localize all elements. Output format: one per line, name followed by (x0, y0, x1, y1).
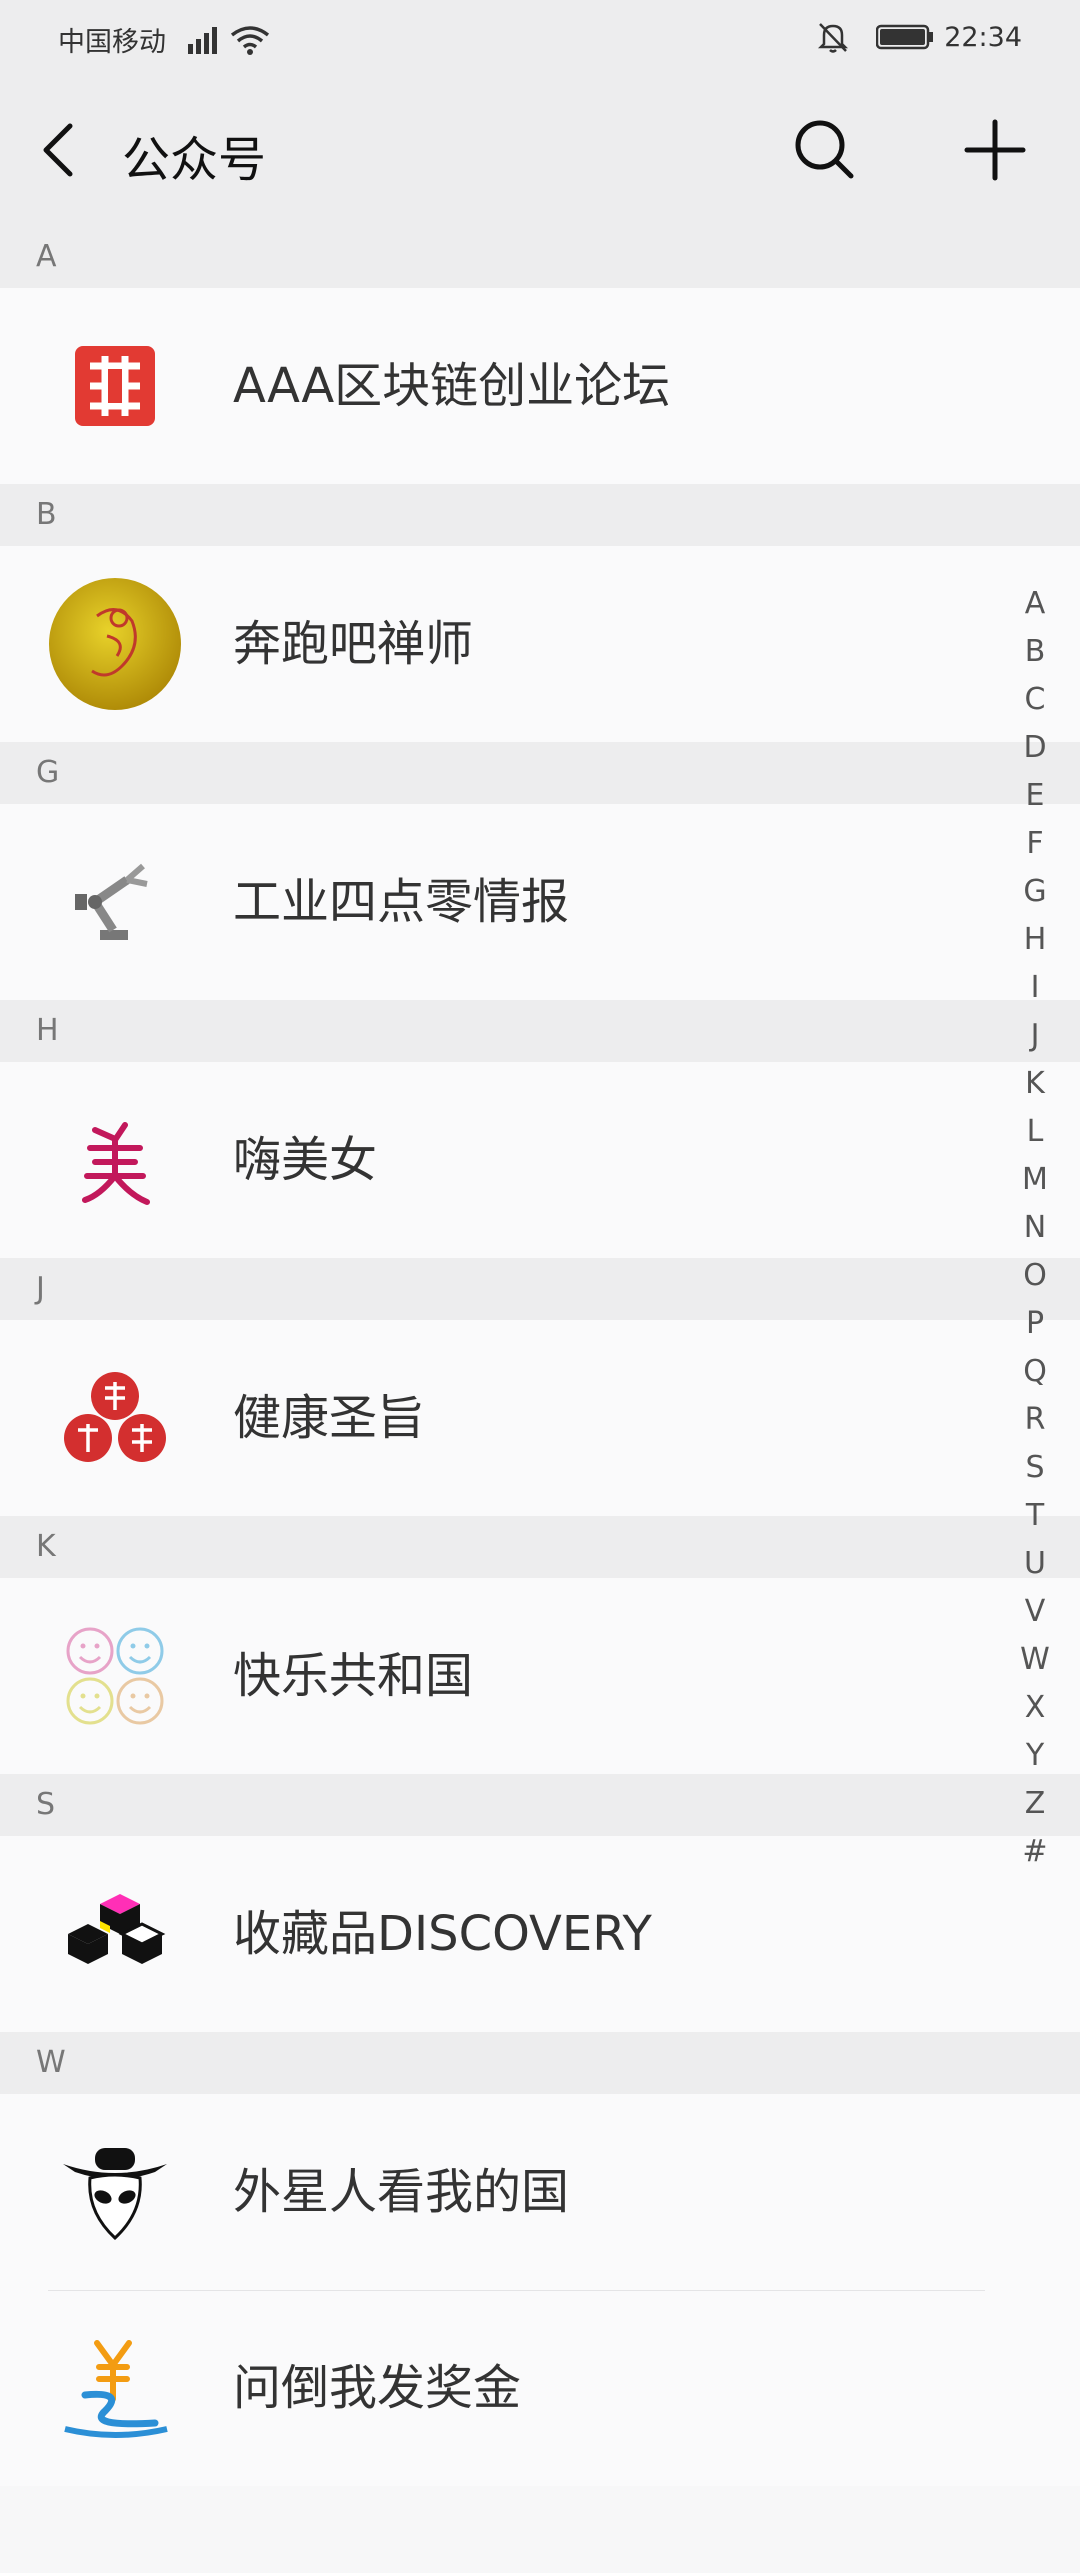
section-header-s: S (0, 1774, 1080, 1836)
smiley-faces-logo-icon (45, 1608, 185, 1744)
list-item[interactable]: 奔跑吧禅师 (0, 546, 1080, 742)
section-header-g: G (0, 742, 1080, 804)
account-name: 问倒我发奖金 (233, 2360, 522, 2416)
search-button[interactable] (785, 110, 865, 190)
list-item[interactable]: 工业四点零情报 (0, 804, 1080, 1000)
add-icon (964, 119, 1026, 181)
section-header-b: B (0, 484, 1080, 546)
list-item[interactable]: 外星人看我的国 (0, 2094, 1080, 2290)
index-letter[interactable]: O (1000, 1252, 1070, 1300)
list-item[interactable]: 嗨美女 (0, 1062, 1080, 1258)
index-letter[interactable]: C (1000, 676, 1070, 724)
index-letter[interactable]: J (1000, 1012, 1070, 1060)
gold-coin-logo-icon (45, 576, 185, 712)
account-name: 健康圣旨 (233, 1390, 426, 1446)
robot-arm-logo-icon (45, 834, 185, 970)
status-left: 中国移动 (58, 20, 270, 59)
account-name: AAA区块链创业论坛 (233, 358, 671, 414)
index-letter[interactable]: V (1000, 1588, 1070, 1636)
yuan-logo-icon (45, 2320, 185, 2456)
search-icon (795, 120, 854, 179)
red-knot-logo-icon (45, 318, 185, 454)
index-letter[interactable]: X (1000, 1684, 1070, 1732)
cubes-logo-icon (45, 1866, 185, 2002)
list-item[interactable]: 快乐共和国 (0, 1578, 1080, 1774)
nav-bar: 公众号 (0, 76, 1080, 226)
back-icon (43, 123, 73, 177)
list-item[interactable]: 问倒我发奖金 (0, 2290, 1080, 2486)
back-button[interactable] (30, 110, 90, 190)
account-name: 奔跑吧禅师 (233, 616, 474, 672)
add-button[interactable] (955, 110, 1035, 190)
index-letter[interactable]: K (1000, 1060, 1070, 1108)
index-letter[interactable]: S (1000, 1444, 1070, 1492)
index-letter[interactable]: F (1000, 820, 1070, 868)
section-header-j: J (0, 1258, 1080, 1320)
index-letter[interactable]: W (1000, 1636, 1070, 1684)
status-right: 22:34 (816, 20, 1022, 54)
index-letter[interactable]: M (1000, 1156, 1070, 1204)
account-name: 快乐共和国 (233, 1648, 474, 1704)
page-title: 公众号 (122, 132, 267, 188)
section-header-h: H (0, 1000, 1080, 1062)
index-letter[interactable]: T (1000, 1492, 1070, 1540)
index-letter[interactable]: D (1000, 724, 1070, 772)
mei-calligraphy-logo-icon (45, 1092, 185, 1228)
index-letter[interactable]: A (1000, 580, 1070, 628)
index-letter[interactable]: Y (1000, 1732, 1070, 1780)
status-bar: 中国移动 22:34 (0, 0, 1080, 76)
section-header-w: W (0, 2032, 1080, 2094)
alphabet-index-bar[interactable]: A B C D E F G H I J K L M N O P Q R S T … (1000, 580, 1070, 1876)
index-letter[interactable]: N (1000, 1204, 1070, 1252)
index-letter[interactable]: E (1000, 772, 1070, 820)
list-item[interactable]: 收藏品DISCOVERY (0, 1836, 1080, 2032)
index-letter[interactable]: Q (1000, 1348, 1070, 1396)
section-header-a: A (0, 226, 1080, 288)
fu-seal-logo-icon (45, 1350, 185, 1486)
carrier-label: 中国移动 (58, 27, 166, 58)
index-letter[interactable]: # (1000, 1828, 1070, 1876)
alien-hat-logo-icon (45, 2124, 185, 2260)
list-item[interactable]: AAA区块链创业论坛 (0, 288, 1080, 484)
index-letter[interactable]: Z (1000, 1780, 1070, 1828)
account-name: 收藏品DISCOVERY (233, 1906, 652, 1962)
index-letter[interactable]: H (1000, 916, 1070, 964)
signal-icon (188, 26, 217, 54)
index-letter[interactable]: U (1000, 1540, 1070, 1588)
mute-bell-icon (818, 23, 849, 53)
wifi-icon (230, 25, 270, 55)
account-name: 工业四点零情报 (233, 874, 570, 930)
account-name: 嗨美女 (233, 1132, 378, 1188)
index-letter[interactable]: R (1000, 1396, 1070, 1444)
battery-icon (876, 24, 934, 50)
index-letter[interactable]: I (1000, 964, 1070, 1012)
index-letter[interactable]: B (1000, 628, 1070, 676)
index-letter[interactable]: G (1000, 868, 1070, 916)
list-item[interactable]: 健康圣旨 (0, 1320, 1080, 1516)
index-letter[interactable]: P (1000, 1300, 1070, 1348)
section-header-k: K (0, 1516, 1080, 1578)
account-name: 外星人看我的国 (233, 2164, 570, 2220)
account-list: A AAA区块链创业论坛 B 奔跑吧禅师 G 工业四点零情报 H 嗨美女 J 健… (0, 226, 1080, 2486)
clock: 22:34 (944, 21, 1022, 53)
index-letter[interactable]: L (1000, 1108, 1070, 1156)
